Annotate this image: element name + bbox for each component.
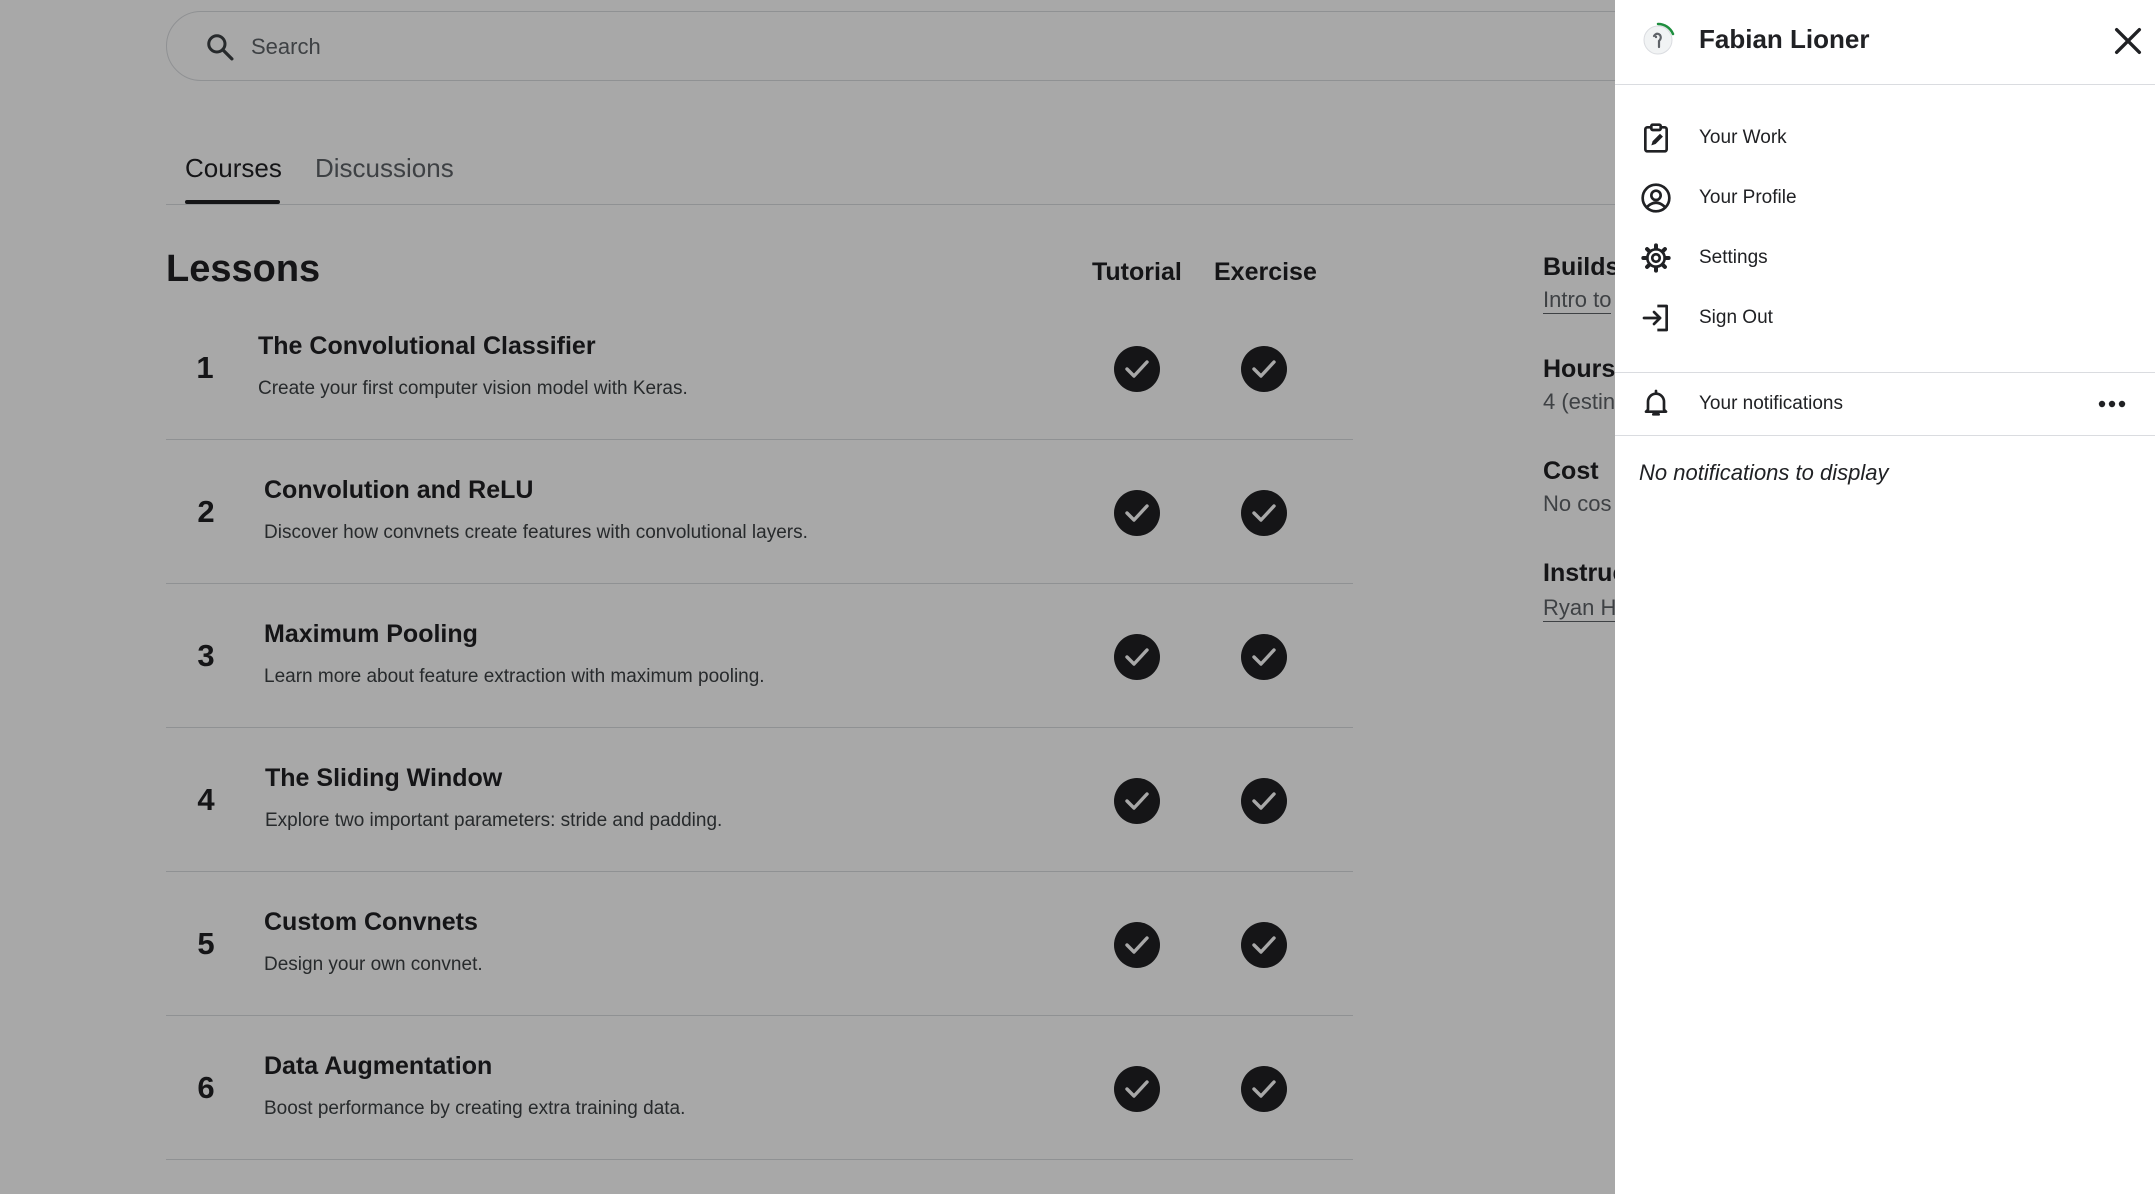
clipboard-edit-icon (1644, 123, 1668, 153)
more-options-icon[interactable] (2095, 389, 2129, 419)
bell-icon (1644, 389, 1668, 416)
menu-item-your-profile[interactable]: Your Profile (1615, 170, 2155, 226)
menu-label-sign-out: Sign Out (1699, 307, 1773, 328)
notifications-header: Your notifications (1615, 372, 2155, 436)
empty-notifications-message: No notifications to display (1639, 460, 1889, 485)
sign-out-icon (1642, 304, 1668, 332)
menu-label-your-work: Your Work (1699, 127, 1787, 148)
panel-header: Fabian Lioner (1615, 0, 2155, 85)
user-circle-icon (1641, 183, 1671, 213)
gear-icon (1641, 243, 1671, 273)
menu-label-settings: Settings (1699, 247, 1768, 268)
menu-item-settings[interactable]: Settings (1615, 230, 2155, 286)
notifications-label: Your notifications (1699, 393, 1844, 414)
user-name: Fabian Lioner (1699, 24, 1870, 54)
menu-item-sign-out[interactable]: Sign Out (1615, 290, 2155, 346)
user-side-panel: Fabian Lioner Your Work Your Profile Set… (1615, 0, 2155, 1194)
menu-label-your-profile: Your Profile (1699, 187, 1797, 208)
close-icon[interactable] (2111, 24, 2145, 58)
menu-item-your-work[interactable]: Your Work (1615, 110, 2155, 166)
avatar[interactable] (1640, 22, 1676, 58)
